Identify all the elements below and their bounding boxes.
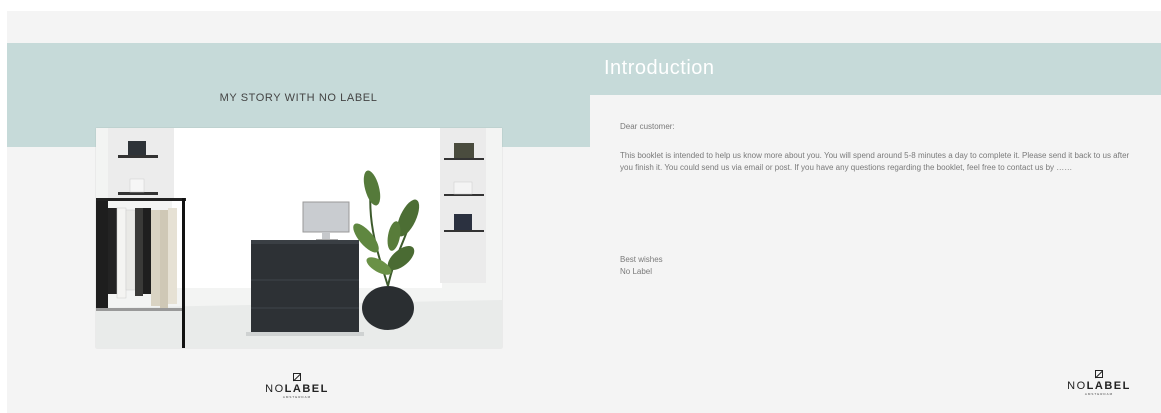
logo-wordmark: NOLABEL — [265, 383, 329, 395]
store-interior-photo — [96, 128, 502, 348]
signoff-line-1: Best wishes — [620, 255, 663, 264]
logo-subtitle: AMSTERDAM — [1084, 392, 1114, 396]
story-title: MY STORY WITH NO LABEL — [219, 92, 378, 104]
nolabel-logo-left: NOLABEL AMSTERDAM — [247, 373, 347, 399]
slash-box-icon — [1095, 370, 1103, 378]
logo-wordmark: NOLABEL — [1067, 380, 1131, 392]
slash-box-icon — [293, 373, 301, 381]
introduction-title: Introduction — [604, 57, 715, 79]
signoff-line-2: No Label — [620, 267, 653, 276]
logo-subtitle: AMSTERDAM — [282, 395, 312, 399]
greeting-text: Dear customer: — [620, 122, 675, 131]
signoff: Best wishes No Label — [620, 254, 663, 278]
nolabel-logo-right: NOLABEL AMSTERDAM — [1049, 370, 1149, 396]
intro-body-text: This booklet is intended to help us know… — [620, 151, 1130, 172]
